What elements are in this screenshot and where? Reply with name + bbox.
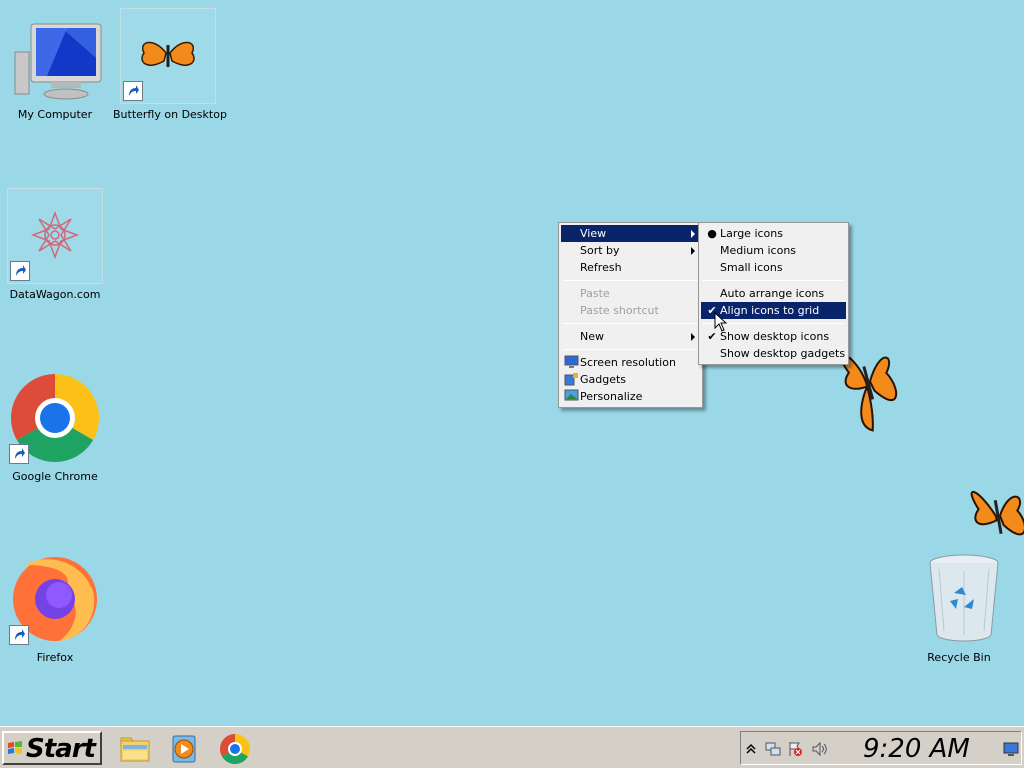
desktop-icon-butterfly[interactable]: Butterfly on Desktop <box>113 8 227 121</box>
chrome-icon[interactable] <box>219 733 251 765</box>
system-tray: 9:20 AM <box>740 731 1022 765</box>
shortcut-arrow-icon <box>9 625 29 645</box>
butterfly-graphic <box>964 470 1024 570</box>
menu-item-label: Auto arrange icons <box>720 287 825 300</box>
personalize-icon <box>564 389 579 403</box>
desktop-icon-label: DataWagon.com <box>9 288 101 301</box>
menu-item-refresh[interactable]: Refresh <box>561 259 700 276</box>
desktop-icon-label: Firefox <box>36 651 74 664</box>
datawagon-icon <box>7 188 103 284</box>
menu-item-label: Sort by <box>580 244 620 257</box>
menu-item-label: Align icons to grid <box>720 304 820 317</box>
menu-item-sort-by[interactable]: Sort by <box>561 242 700 259</box>
submenu-item-show-desktop-gadgets[interactable]: Show desktop gadgets <box>701 345 846 362</box>
action-center-icon[interactable] <box>787 741 803 757</box>
menu-separator <box>563 323 698 324</box>
submenu-item-large-icons[interactable]: ● Large icons <box>701 225 846 242</box>
menu-item-label: Paste shortcut <box>580 304 659 317</box>
menu-item-gadgets[interactable]: Gadgets <box>561 371 700 388</box>
submenu-arrow-icon <box>691 333 695 341</box>
menu-item-label: Paste <box>580 287 610 300</box>
desktop-icon-google-chrome[interactable]: Google Chrome <box>0 370 110 483</box>
menu-item-label: View <box>580 227 607 240</box>
butterfly-icon <box>120 8 216 104</box>
menu-item-label: Small icons <box>720 261 783 274</box>
submenu-arrow-icon <box>691 247 695 255</box>
menu-separator <box>563 349 698 350</box>
menu-item-new[interactable]: New <box>561 328 700 345</box>
desktop-context-menu: View Sort by Refresh Paste Paste shortcu… <box>558 222 703 408</box>
media-player-icon[interactable] <box>169 733 201 765</box>
shortcut-arrow-icon <box>10 261 30 281</box>
start-button[interactable]: Start <box>2 731 102 765</box>
desktop-icon-label: Butterfly on Desktop <box>113 108 227 121</box>
view-submenu: ● Large icons Medium icons Small icons A… <box>698 222 849 365</box>
volume-icon[interactable] <box>811 741 827 757</box>
menu-item-paste-shortcut: Paste shortcut <box>561 302 700 319</box>
menu-item-personalize[interactable]: Personalize <box>561 388 700 405</box>
submenu-item-medium-icons[interactable]: Medium icons <box>701 242 846 259</box>
clock[interactable]: 9:20 AM <box>863 734 970 764</box>
menu-item-label: Show desktop gadgets <box>720 347 846 360</box>
menu-item-label: Gadgets <box>580 373 627 386</box>
menu-item-label: Large icons <box>720 227 783 240</box>
desktop-icon-my-computer[interactable]: My Computer <box>0 8 110 121</box>
submenu-arrow-icon <box>691 230 695 238</box>
submenu-item-small-icons[interactable]: Small icons <box>701 259 846 276</box>
submenu-item-auto-arrange[interactable]: Auto arrange icons <box>701 285 846 302</box>
desktop-icon-label: Recycle Bin <box>927 651 991 664</box>
menu-item-label: Medium icons <box>720 244 797 257</box>
menu-item-screen-resolution[interactable]: Screen resolution <box>561 354 700 371</box>
desktop[interactable]: My Computer Butterfly on Desktop DataWag… <box>0 0 1024 726</box>
menu-separator <box>703 280 844 281</box>
taskbar: Start 9:20 AM <box>0 726 1024 768</box>
bullet-icon: ● <box>707 227 717 240</box>
desktop-icon-datawagon[interactable]: DataWagon.com <box>0 188 110 301</box>
firefox-icon <box>7 551 103 647</box>
start-label: Start <box>26 734 96 764</box>
show-desktop-icon[interactable] <box>1003 741 1019 757</box>
menu-item-label: Screen resolution <box>580 356 676 369</box>
shortcut-arrow-icon <box>9 444 29 464</box>
gadgets-icon <box>564 372 579 386</box>
menu-separator <box>563 280 698 281</box>
menu-item-label: Show desktop icons <box>720 330 830 343</box>
menu-item-label: Personalize <box>580 390 643 403</box>
menu-item-view[interactable]: View <box>561 225 700 242</box>
menu-item-label: Refresh <box>580 261 622 274</box>
mouse-cursor-icon <box>714 311 728 332</box>
chevron-up-icon[interactable] <box>745 741 761 757</box>
desktop-icon-label: My Computer <box>17 108 93 121</box>
file-explorer-icon[interactable] <box>119 733 151 765</box>
network-icon[interactable] <box>765 741 781 757</box>
desktop-icon-firefox[interactable]: Firefox <box>0 551 110 664</box>
screen-resolution-icon <box>564 355 579 369</box>
shortcut-arrow-icon <box>123 81 143 101</box>
menu-item-paste: Paste <box>561 285 700 302</box>
menu-item-label: New <box>580 330 604 343</box>
chrome-icon <box>7 370 103 466</box>
windows-flag-icon <box>7 741 23 758</box>
desktop-icon-label: Google Chrome <box>12 470 98 483</box>
monitor-icon <box>7 8 103 104</box>
